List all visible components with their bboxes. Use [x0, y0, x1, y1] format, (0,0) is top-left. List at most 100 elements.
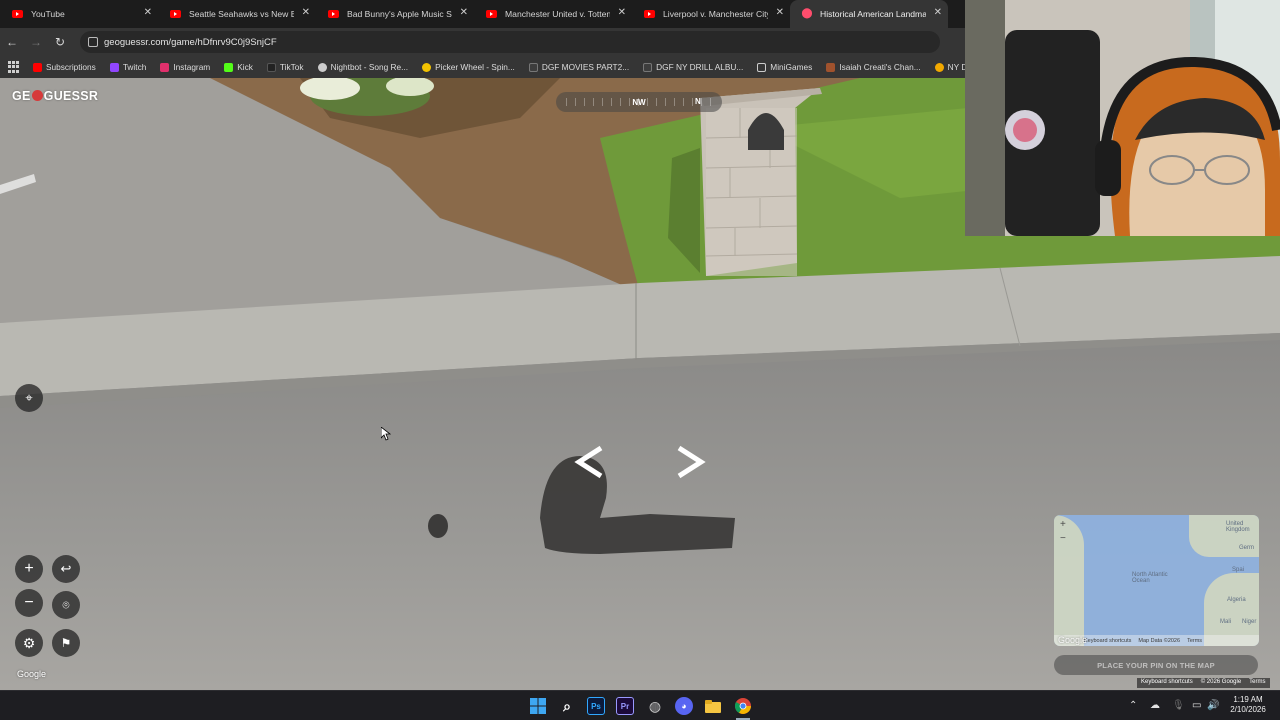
youtube-icon	[12, 10, 23, 18]
close-icon[interactable]: ✕	[776, 8, 784, 18]
cloud-icon[interactable]: ☁	[1150, 700, 1160, 711]
back-arrow-icon[interactable]: ←	[0, 35, 24, 49]
undo-move-button[interactable]: ↩	[52, 555, 80, 583]
close-icon[interactable]: ✕	[144, 8, 152, 18]
bookmark-minigames[interactable]: MiniGames	[757, 62, 812, 72]
bookmarks-bar: Subscriptions Twitch Instagram Kick TikT…	[0, 56, 965, 78]
return-to-start-button[interactable]: ⌾	[52, 591, 80, 619]
zoom-in-button[interactable]: +	[15, 555, 43, 583]
tab-label: Historical American Landmarks	[820, 9, 926, 19]
channel-icon	[826, 62, 836, 72]
apps-grid-icon[interactable]	[8, 61, 19, 73]
street-view-footer: Keyboard shortcuts © 2026 Google Terms	[1137, 678, 1270, 688]
bookmark-label: TikTok	[279, 62, 304, 72]
bookmark-dgf-movies[interactable]: DGF MOVIES PART2...	[528, 62, 630, 72]
youtube-icon	[486, 10, 497, 18]
bookmark-label: DGF NY DRILL ALBU...	[656, 62, 744, 72]
google-watermark: Google	[17, 669, 47, 679]
guess-minimap[interactable]: + − United Kingdom Germ North Atlantic O…	[1054, 515, 1259, 646]
map-zoom-in-icon[interactable]: +	[1060, 519, 1066, 530]
youtube-icon	[644, 10, 655, 18]
instagram-icon	[160, 62, 170, 72]
twitch-icon	[109, 62, 119, 72]
bookmark-isaiah[interactable]: Isaiah Creati's Chan...	[826, 62, 921, 72]
photoshop-icon[interactable]: Ps	[587, 697, 605, 715]
bookmark-nightbot[interactable]: Nightbot - Song Re...	[317, 62, 408, 72]
nightbot-icon	[317, 62, 327, 72]
discord-icon[interactable]: ◕	[675, 697, 693, 715]
map-zoom-out-icon[interactable]: −	[1060, 533, 1066, 544]
windows-start-icon[interactable]	[529, 697, 547, 715]
kick-icon	[224, 62, 234, 72]
keyboard-shortcuts-link[interactable]: Keyboard shortcuts	[1084, 638, 1131, 644]
url-text: geoguessr.com/game/hDfnrv9C0j9SnjCF	[104, 36, 277, 48]
close-icon[interactable]: ✕	[460, 8, 468, 18]
map-label: Mali	[1220, 619, 1232, 625]
bookmark-instagram[interactable]: Instagram	[160, 62, 210, 72]
terms-link[interactable]: Terms	[1187, 638, 1202, 644]
search-icon[interactable]: ⌕	[558, 697, 576, 715]
zoom-out-button[interactable]: −	[15, 589, 43, 617]
webcam-overlay	[965, 0, 1280, 236]
americas-landmass	[1054, 515, 1084, 646]
google-map-logo: Google	[1058, 635, 1088, 645]
bookmark-subscriptions[interactable]: Subscriptions	[33, 62, 96, 72]
report-location-button[interactable]: ⌖	[15, 384, 43, 412]
youtube-icon	[170, 10, 181, 18]
minus-icon: −	[24, 594, 34, 611]
geoguessr-logo: GE GUESSR	[12, 89, 98, 103]
bookmark-label: Picker Wheel - Spin...	[435, 62, 515, 72]
keyboard-shortcuts-link[interactable]: Keyboard shortcuts	[1137, 678, 1197, 688]
close-icon[interactable]: ✕	[302, 8, 310, 18]
bookmark-label: DGF MOVIES PART2...	[541, 62, 630, 72]
forward-arrow-icon[interactable]: →	[24, 35, 48, 49]
map-label: Algeria	[1227, 597, 1246, 603]
system-clock[interactable]: 1:19 AM 2/10/2026	[1223, 695, 1273, 715]
bookmark-twitch[interactable]: Twitch	[109, 62, 147, 72]
microphone-icon[interactable]: 🎙	[1172, 700, 1185, 711]
obs-icon[interactable]: ◍	[646, 697, 664, 715]
tab-label: Manchester United v. Tottenha	[505, 9, 610, 19]
map-label: North Atlantic Ocean	[1132, 572, 1168, 584]
bulb-icon	[934, 62, 944, 72]
bookmark-tiktok[interactable]: TikTok	[266, 62, 304, 72]
address-bar: ← → ↻ geoguessr.com/game/hDfnrv9C0j9SnjC…	[0, 28, 965, 56]
move-left-arrow-icon[interactable]	[573, 444, 607, 480]
geoguessr-pin-icon: ⬤	[801, 8, 813, 19]
settings-button[interactable]: ⚙	[15, 629, 43, 657]
site-info-icon[interactable]	[88, 37, 98, 47]
place-pin-button[interactable]: PLACE YOUR PIN ON THE MAP	[1054, 655, 1258, 675]
move-right-arrow-icon[interactable]	[673, 444, 707, 480]
premiere-icon[interactable]: Pr	[616, 697, 634, 715]
close-icon[interactable]: ✕	[934, 8, 942, 18]
checkpoint-flag-button[interactable]: ⚑	[52, 629, 80, 657]
bookmark-dgf-drill[interactable]: DGF NY DRILL ALBU...	[643, 62, 743, 72]
clock-date: 2/10/2026	[1230, 705, 1266, 714]
bookmark-picker-wheel[interactable]: Picker Wheel - Spin...	[422, 62, 515, 72]
webcam-feed	[965, 0, 1280, 236]
bookmark-label: NY Drill Deads Q...	[947, 62, 965, 72]
compass-bar[interactable]: NW N	[556, 92, 722, 112]
tab-liverpool[interactable]: Liverpool v. Manchester City | P ✕	[632, 0, 790, 28]
terms-link[interactable]: Terms	[1245, 678, 1269, 688]
map-label: United Kingdom	[1226, 521, 1250, 533]
url-input[interactable]: geoguessr.com/game/hDfnrv9C0j9SnjCF	[80, 31, 940, 53]
gear-icon: ⚙	[22, 635, 36, 651]
bookmark-label: Twitch	[122, 62, 147, 72]
tab-youtube[interactable]: YouTube ✕	[0, 0, 158, 28]
reload-icon[interactable]: ↻	[48, 35, 72, 49]
document-icon	[528, 62, 538, 72]
chrome-icon[interactable]	[734, 697, 752, 715]
mouse-cursor-icon	[381, 427, 391, 441]
tab-man-united[interactable]: Manchester United v. Tottenha ✕	[474, 0, 632, 28]
tab-seahawks[interactable]: Seattle Seahawks vs New Engla ✕	[158, 0, 316, 28]
tab-geoguessr-active[interactable]: ⬤ Historical American Landmarks ✕	[790, 0, 948, 28]
volume-icon[interactable]: 🔊	[1207, 700, 1219, 711]
network-icon[interactable]: ▭	[1192, 700, 1201, 711]
close-icon[interactable]: ✕	[618, 8, 626, 18]
chevron-up-icon[interactable]: ⌃	[1129, 700, 1137, 711]
bookmark-kick[interactable]: Kick	[224, 62, 253, 72]
tab-bad-bunny[interactable]: Bad Bunny's Apple Music Supe ✕	[316, 0, 474, 28]
file-explorer-icon[interactable]	[704, 697, 722, 715]
bookmark-ny-drill[interactable]: NY Drill Deads Q...	[934, 62, 965, 72]
